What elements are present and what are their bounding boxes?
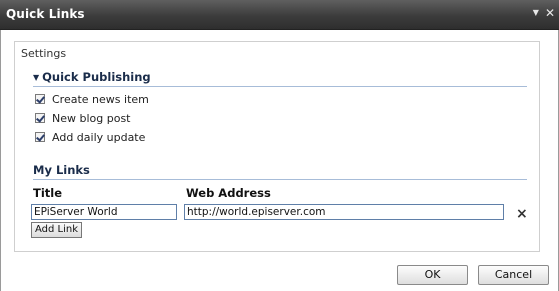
column-header-title: Title bbox=[33, 186, 63, 200]
column-header-web-address: Web Address bbox=[186, 186, 271, 200]
checkbox-add-daily-update[interactable]: Add daily update bbox=[35, 131, 145, 147]
settings-legend: Settings bbox=[16, 47, 72, 60]
quick-publishing-label: Quick Publishing bbox=[42, 70, 151, 84]
checkbox-icon[interactable] bbox=[35, 94, 45, 104]
quick-publishing-heading[interactable]: ▼ Quick Publishing bbox=[33, 70, 527, 87]
checkbox-create-news-item[interactable]: Create news item bbox=[35, 93, 149, 109]
expand-triangle-icon[interactable]: ▼ bbox=[33, 73, 39, 82]
close-icon[interactable]: ✕ bbox=[545, 6, 555, 20]
checkbox-icon[interactable] bbox=[35, 132, 45, 142]
ok-button[interactable]: OK bbox=[397, 265, 468, 285]
cancel-button[interactable]: Cancel bbox=[478, 265, 549, 285]
my-links-heading: My Links bbox=[33, 163, 527, 180]
checkbox-label: New blog post bbox=[52, 112, 131, 125]
link-address-input[interactable] bbox=[184, 204, 504, 220]
checkbox-icon[interactable] bbox=[35, 113, 45, 123]
add-link-button[interactable]: Add Link bbox=[31, 222, 83, 238]
dialog-title: Quick Links bbox=[6, 7, 85, 21]
checkbox-label: Add daily update bbox=[52, 131, 146, 144]
checkbox-label: Create news item bbox=[52, 93, 149, 106]
remove-link-icon[interactable]: × bbox=[516, 206, 528, 222]
collapse-icon[interactable]: ▼ bbox=[533, 8, 539, 17]
window-controls: ▼ ✕ bbox=[527, 6, 555, 20]
my-links-label: My Links bbox=[33, 163, 90, 177]
link-title-input[interactable] bbox=[31, 204, 177, 220]
dialog-title-bar: Quick Links ▼ ✕ bbox=[0, 0, 559, 30]
checkbox-new-blog-post[interactable]: New blog post bbox=[35, 112, 131, 128]
